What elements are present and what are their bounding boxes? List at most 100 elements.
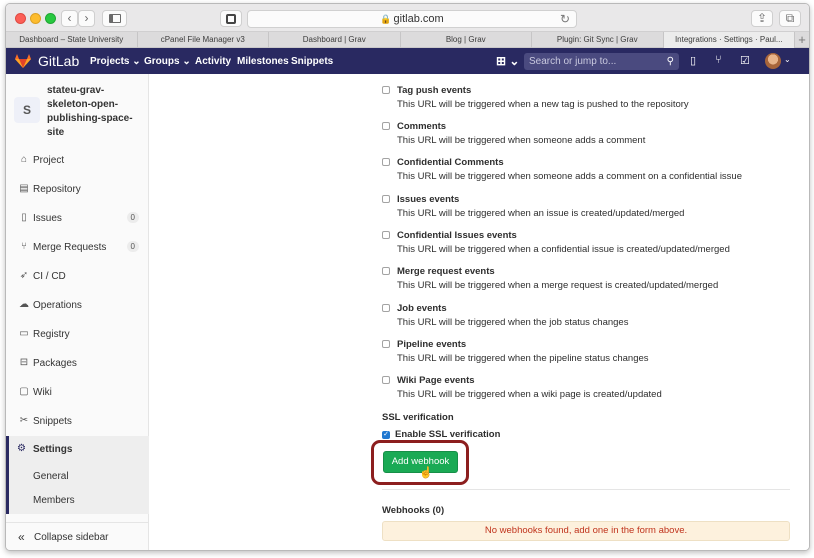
event-checkbox[interactable] [382,195,390,203]
divider [382,489,790,490]
doc-icon: ▤ [19,183,29,194]
sidebar-item-label: Wiki [33,387,52,398]
ssl-checkbox[interactable]: ✓ [382,431,390,439]
chevron-down-icon[interactable]: ⌄ [784,55,791,64]
nav-snippets[interactable]: Snippets [291,56,333,67]
sidebar-subitem-general[interactable]: General [33,471,69,482]
event-title: Confidential Issues events [397,230,517,241]
sidebar-item-packages[interactable]: ⊟ Packages [6,355,149,375]
todos-icon[interactable]: ☑ [740,54,750,67]
sidebar-item-wiki[interactable]: ▢ Wiki [6,384,149,404]
webhooks-title: Webhooks (0) [382,505,445,516]
event-description: This URL will be triggered when a new ta… [397,99,689,110]
browser-tab[interactable]: Blog | Grav [401,32,532,48]
issues-count-badge: 0 [126,212,139,223]
sidebar-item-label: Registry [33,329,70,340]
event-title: Pipeline events [397,339,467,350]
event-title: Wiki Page events [397,375,475,386]
browser-tab[interactable]: Dashboard | Grav [269,32,401,48]
sidebar-item-label: Snippets [33,416,72,427]
search-icon: ⚲ [666,56,674,67]
event-description: This URL will be triggered when someone … [397,171,742,182]
event-title: Merge request events [397,266,495,277]
close-window-button[interactable] [15,13,26,24]
sidebar-toggle-icon[interactable] [102,10,127,27]
registry-icon: ▭ [19,328,29,339]
project-sidebar: S stateu-grav-skeleton-open-publishing-s… [6,74,149,550]
event-checkbox[interactable] [382,231,390,239]
collapse-sidebar-button[interactable]: « Collapse sidebar [6,522,149,550]
sidebar-item-label: Operations [33,300,82,311]
extension-icon[interactable] [220,10,242,27]
rocket-icon: ➶ [19,270,29,281]
project-name[interactable]: stateu-grav-skeleton-open-publishing-spa… [47,84,142,140]
browser-tab-active[interactable]: Integrations · Settings · Paul... [663,32,795,48]
nav-activity[interactable]: Activity [195,56,231,67]
sidebar-item-ci-cd[interactable]: ➶ CI / CD [6,268,149,288]
lock-icon: 🔒 [380,14,392,24]
event-title: Tag push events [397,85,472,96]
sidebar-item-issues[interactable]: ▯ Issues 0 [6,210,149,230]
minimize-window-button[interactable] [30,13,41,24]
sidebar-item-settings[interactable]: ⚙ Settings General Members [6,436,149,514]
event-checkbox[interactable] [382,267,390,275]
sidebar-item-registry[interactable]: ▭ Registry [6,326,149,346]
new-tab-icon[interactable]: + [795,32,809,47]
forward-icon[interactable]: › [78,10,95,27]
project-avatar[interactable]: S [14,97,40,123]
gitlab-logo-icon[interactable] [15,54,31,68]
event-title: Confidential Comments [397,157,504,168]
ssl-heading: SSL verification [382,412,454,423]
event-description: This URL will be triggered when the job … [397,317,629,328]
url-text: gitlab.com [393,13,444,25]
sidebar-item-repository[interactable]: ▤ Repository [6,181,149,201]
sidebar-item-label: Merge Requests [33,242,107,253]
merge-requests-count-badge: 0 [126,241,139,252]
new-item-icon[interactable]: ⊞ ⌄ [496,54,519,68]
gitlab-brand[interactable]: GitLab [38,53,79,69]
reload-icon[interactable]: ↻ [560,11,570,27]
hand-cursor-icon: ☝ [419,467,433,479]
browser-window: ‹ › 🔒 gitlab.com ↻ ⇪ ⧉ Dashboard – State … [5,3,810,551]
event-checkbox[interactable] [382,304,390,312]
share-icon[interactable]: ⇪ [751,10,773,27]
nav-projects[interactable]: Projects ⌄ [90,56,141,67]
sidebar-item-label: Project [33,155,65,166]
tabs-overview-icon[interactable]: ⧉ [779,10,801,27]
sidebar-item-project[interactable]: ⌂ Project [6,152,149,172]
address-bar[interactable]: 🔒 gitlab.com ↻ [247,10,577,28]
nav-groups[interactable]: Groups ⌄ [144,56,191,67]
ssl-label: Enable SSL verification [395,429,501,440]
sidebar-subitem-members[interactable]: Members [33,495,75,506]
browser-tab[interactable]: cPanel File Manager v3 [138,32,269,48]
event-description: This URL will be triggered when a confid… [397,244,730,255]
event-description: This URL will be triggered when an issue… [397,208,685,219]
sidebar-item-label: Packages [33,358,77,369]
sidebar-item-snippets[interactable]: ✂ Snippets [6,413,149,433]
browser-tab[interactable]: Plugin: Git Sync | Grav [532,32,664,48]
event-description: This URL will be triggered when someone … [397,135,646,146]
event-checkbox[interactable] [382,340,390,348]
merge-requests-nav-icon[interactable]: ⑂ [715,54,722,66]
event-title: Issues events [397,194,460,205]
event-checkbox[interactable] [382,376,390,384]
double-chevron-left-icon: « [18,530,25,544]
event-checkbox[interactable] [382,158,390,166]
zoom-window-button[interactable] [45,13,56,24]
sidebar-item-merge-requests[interactable]: ⑂ Merge Requests 0 [6,239,149,259]
event-checkbox[interactable] [382,86,390,94]
gear-icon: ⚙ [17,443,26,454]
search-input[interactable]: Search or jump to... ⚲ [524,53,679,70]
issues-nav-icon[interactable]: ▯ [690,54,696,67]
merge-icon: ⑂ [21,241,27,252]
sidebar-item-operations[interactable]: ☁ Operations [6,297,149,317]
sidebar-item-label: CI / CD [33,271,66,282]
empty-webhooks-alert: No webhooks found, add one in the form a… [382,521,790,541]
sidebar-item-label: Repository [33,184,81,195]
nav-milestones[interactable]: Milestones [237,56,289,67]
browser-toolbar: ‹ › 🔒 gitlab.com ↻ ⇪ ⧉ [6,4,809,32]
back-icon[interactable]: ‹ [61,10,78,27]
browser-tab[interactable]: Dashboard – State University [6,32,138,48]
user-avatar[interactable] [765,53,781,69]
event-checkbox[interactable] [382,122,390,130]
